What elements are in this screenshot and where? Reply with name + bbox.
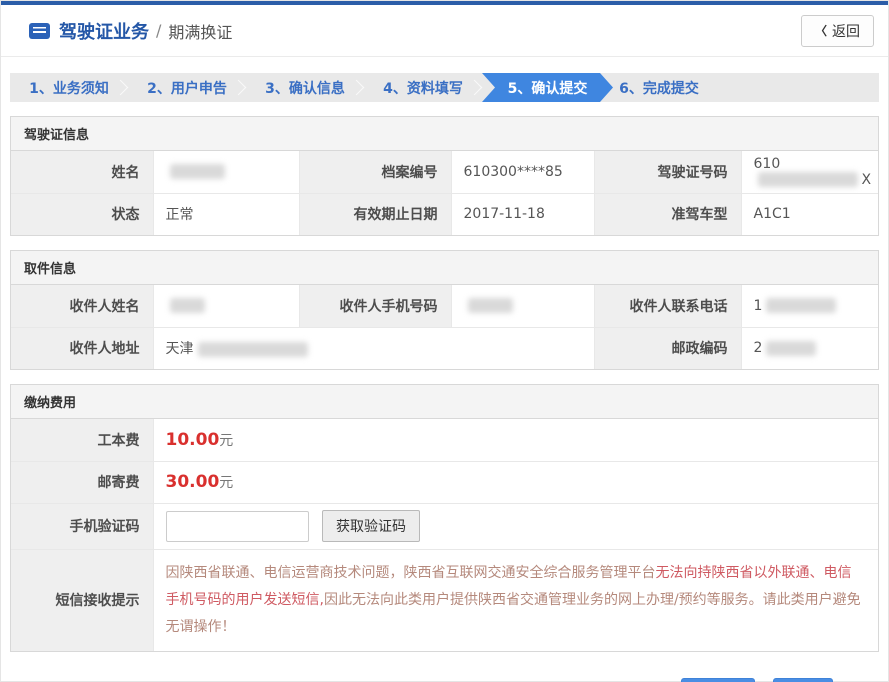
breadcrumb-divider: / <box>156 21 161 40</box>
license-no-label: 驾驶证号码 <box>594 151 741 193</box>
step-label: 2、用户申告 <box>147 78 227 98</box>
postal-code-value: 2 <box>741 327 878 369</box>
license-no-value: 610 X <box>741 151 878 193</box>
recipient-phone-value: 1 <box>741 285 878 327</box>
fees-section-title: 缴纳费用 <box>11 385 878 419</box>
sms-code-label: 手机验证码 <box>11 503 153 549</box>
production-fee-label: 工本费 <box>11 419 153 461</box>
list-icon <box>29 23 50 39</box>
redacted-postal-code <box>766 341 816 356</box>
redacted-recipient-phone <box>766 298 836 313</box>
previous-step-button[interactable]: 上一步 <box>681 678 755 682</box>
pickup-info-section-title: 取件信息 <box>11 251 878 285</box>
sms-notice-part1: 因陕西省联通、电信运营商技术问题，陕西省互联网交通安全综合服务管理平台 <box>166 565 656 581</box>
step-4-fill-data[interactable]: 4、资料填写 <box>364 73 482 102</box>
step-1-business-notice[interactable]: 1、业务须知 <box>10 73 128 102</box>
sms-notice-label: 短信接收提示 <box>11 549 153 651</box>
production-fee-value: 10.00元 <box>153 419 878 461</box>
status-value: 正常 <box>153 193 299 235</box>
step-5-confirm-submit-active[interactable]: 5、确认提交 <box>482 73 613 102</box>
mailing-fee-amount: 30.00 <box>166 472 220 492</box>
recipient-address-prefix: 天津 <box>166 341 194 357</box>
page-header: 驾驶证业务 / 期满换证 〈 返回 <box>1 5 888 57</box>
recipient-address-value: 天津 <box>153 327 594 369</box>
fees-table: 工本费 10.00元 邮寄费 30.00元 手机验证码 获取验证码 短信接收提示… <box>11 419 878 651</box>
table-row: 姓名 档案编号 610300****85 驾驶证号码 610 X <box>11 151 878 193</box>
table-row: 手机验证码 获取验证码 <box>11 503 878 549</box>
step-2-user-declaration[interactable]: 2、用户申告 <box>128 73 246 102</box>
postal-code-label: 邮政编码 <box>594 327 741 369</box>
recipient-address-label: 收件人地址 <box>11 327 153 369</box>
step-6-complete-submit[interactable]: 6、完成提交 <box>600 73 718 102</box>
name-value <box>153 151 299 193</box>
sms-code-input[interactable] <box>166 511 309 542</box>
license-info-section-title: 驾驶证信息 <box>11 117 878 151</box>
mailing-fee-label: 邮寄费 <box>11 461 153 503</box>
recipient-mobile-label: 收件人手机号码 <box>299 285 451 327</box>
table-row: 收件人姓名 收件人手机号码 收件人联系电话 1 <box>11 285 878 327</box>
vehicle-class-label: 准驾车型 <box>594 193 741 235</box>
pickup-info-table: 收件人姓名 收件人手机号码 收件人联系电话 1 收件人地址 天津 邮政编码 2 <box>11 285 878 369</box>
redacted-recipient-mobile <box>468 298 513 313</box>
postal-code-prefix: 2 <box>754 340 763 356</box>
recipient-phone-prefix: 1 <box>754 298 763 314</box>
table-row: 短信接收提示 因陕西省联通、电信运营商技术问题，陕西省互联网交通安全综合服务管理… <box>11 549 878 651</box>
sms-notice-cell: 因陕西省联通、电信运营商技术问题，陕西省互联网交通安全综合服务管理平台无法向持陕… <box>153 549 878 651</box>
step-3-confirm-info[interactable]: 3、确认信息 <box>246 73 364 102</box>
redacted-recipient-name <box>170 298 205 313</box>
recipient-name-value <box>153 285 299 327</box>
recipient-mobile-value <box>451 285 594 327</box>
page-subtitle: 期满换证 <box>168 19 232 43</box>
pickup-info-section: 取件信息 收件人姓名 收件人手机号码 收件人联系电话 1 收件人地址 天津 邮政… <box>10 250 879 370</box>
vehicle-class-value: A1C1 <box>741 193 878 235</box>
step-label: 6、完成提交 <box>619 78 699 98</box>
finish-button[interactable]: 完成 <box>773 678 833 682</box>
fees-section: 缴纳费用 工本费 10.00元 邮寄费 30.00元 手机验证码 获取验证码 短… <box>10 384 879 652</box>
sms-notice-text: 因陕西省联通、电信运营商技术问题，陕西省互联网交通安全综合服务管理平台无法向持陕… <box>166 565 861 635</box>
mailing-fee-value: 30.00元 <box>153 461 878 503</box>
table-row: 收件人地址 天津 邮政编码 2 <box>11 327 878 369</box>
mailing-fee-unit: 元 <box>219 475 233 491</box>
recipient-name-label: 收件人姓名 <box>11 285 153 327</box>
redacted-recipient-address <box>198 342 308 357</box>
license-no-prefix: 610 <box>754 156 781 172</box>
page-title: 驾驶证业务 <box>59 18 149 44</box>
table-row: 工本费 10.00元 <box>11 419 878 461</box>
file-no-value: 610300****85 <box>451 151 594 193</box>
license-no-suffix: X <box>862 172 872 188</box>
name-label: 姓名 <box>11 151 153 193</box>
chevron-left-icon: 〈 <box>815 22 827 39</box>
step-label: 5、确认提交 <box>508 78 588 98</box>
get-sms-code-button[interactable]: 获取验证码 <box>322 510 420 542</box>
license-info-section: 驾驶证信息 姓名 档案编号 610300****85 驾驶证号码 610 X 状态… <box>10 116 879 236</box>
redacted-name <box>170 164 225 179</box>
table-row: 邮寄费 30.00元 <box>11 461 878 503</box>
step-label: 1、业务须知 <box>29 78 109 98</box>
file-no-label: 档案编号 <box>299 151 451 193</box>
production-fee-amount: 10.00 <box>166 430 220 450</box>
redacted-license-no <box>758 172 858 187</box>
license-info-table: 姓名 档案编号 610300****85 驾驶证号码 610 X 状态 正常 有效… <box>11 151 878 235</box>
step-label: 4、资料填写 <box>383 78 463 98</box>
sms-code-cell: 获取验证码 <box>153 503 878 549</box>
back-button-label: 返回 <box>832 21 860 41</box>
valid-until-label: 有效期止日期 <box>299 193 451 235</box>
step-label: 3、确认信息 <box>265 78 345 98</box>
recipient-phone-label: 收件人联系电话 <box>594 285 741 327</box>
status-label: 状态 <box>11 193 153 235</box>
valid-until-value: 2017-11-18 <box>451 193 594 235</box>
table-row: 状态 正常 有效期止日期 2017-11-18 准驾车型 A1C1 <box>11 193 878 235</box>
bottom-actions: 上一步 完成 <box>1 678 833 682</box>
back-button[interactable]: 〈 返回 <box>801 15 874 47</box>
production-fee-unit: 元 <box>219 433 233 449</box>
step-wizard: 1、业务须知 2、用户申告 3、确认信息 4、资料填写 5、确认提交 6、完成提… <box>10 73 879 102</box>
